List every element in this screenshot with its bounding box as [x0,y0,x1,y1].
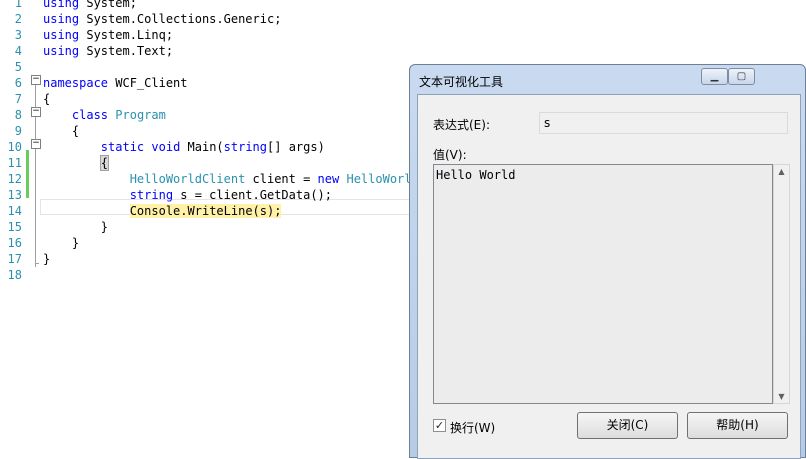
code-line[interactable]: 2 using System.Collections.Generic; [0,11,806,27]
line-number: 8 [14,108,22,122]
code-token: { [43,124,80,138]
code-text: using System.Linq; [43,27,173,43]
code-token: using [43,12,80,26]
line-number: 12 [7,172,22,186]
line-number: 15 [7,220,22,234]
dialog-body: 表达式(E): s 值(V): Hello World ▲ ▼ ✓ 换行(W) … [417,94,801,459]
line-number: 1 [14,0,22,10]
minimize-icon: ▁ [710,71,719,82]
line-number: 5 [14,60,22,74]
line-number: 7 [14,92,22,106]
line-number: 4 [14,44,22,58]
code-text: } [43,219,108,235]
code-token: client = [245,172,318,186]
code-token: WCF_Client [108,76,188,90]
wrap-label: 换行(W) [450,421,496,435]
expression-label: 表达式(E): [433,118,490,132]
code-token: HelloWorldClient [129,172,246,186]
code-token: } [43,252,51,266]
scroll-up-icon[interactable]: ▲ [774,167,789,176]
code-token: new [317,172,340,186]
line-number: 10 [7,140,22,154]
check-icon: ✓ [434,419,445,432]
line-number: 2 [14,12,22,26]
maximize-icon: ▢ [736,71,747,82]
close-button[interactable]: 关闭(C) [577,412,678,439]
code-text: HelloWorldClient client = new HelloWorld… [43,171,426,187]
code-token: using [43,44,80,58]
code-token: } [43,236,80,250]
line-number: 9 [14,124,22,138]
code-token: class [71,108,109,122]
dialog-title: 文本可视化工具 [419,75,504,89]
code-token: WriteLine [187,204,253,218]
minimize-button[interactable]: ▁ [701,68,728,85]
code-token: void [151,140,181,154]
line-number: 6 [14,76,22,90]
value-label: 值(V): [433,148,467,162]
code-token: string [129,188,174,202]
code-line[interactable]: 3 using System.Linq; [0,27,806,43]
code-text: { [43,123,79,139]
code-text: namespace WCF_Client [43,75,188,91]
code-line[interactable]: 1 using System; [0,0,806,11]
line-number: 18 [7,268,22,282]
code-token: [] args) [267,140,325,154]
code-token: . [180,204,188,218]
code-token: (s); [252,204,282,218]
code-text: string s = client.GetData(); [43,187,332,203]
code-text: class Program [43,107,166,123]
code-token: s = client.GetData(); [173,188,333,202]
code-token: namespace [43,76,109,90]
line-number: 11 [7,156,22,170]
code-text: { [43,155,110,171]
code-text: } [43,235,79,251]
code-text: { [43,91,50,107]
line-number: 17 [7,252,22,266]
code-text: static void Main(string[] args) [43,139,325,155]
value-scrollbar[interactable]: ▲ ▼ [773,164,790,404]
code-token: } [43,220,109,234]
value-textarea[interactable]: Hello World [433,164,773,404]
line-number: 16 [7,236,22,250]
code-token: using [43,0,80,10]
line-number: 13 [7,188,22,202]
code-text: using System; [43,0,137,11]
code-token: using [43,28,80,42]
code-text: } [43,251,50,267]
code-text: using System.Text; [43,43,173,59]
code-token: System.Collections.Generic; [79,12,282,26]
code-token: System.Linq; [79,28,174,42]
help-button[interactable]: 帮助(H) [687,412,788,439]
code-token: { [99,155,110,171]
code-token: Program [115,108,166,122]
code-token: static [100,140,145,154]
expression-field[interactable]: s [539,112,788,134]
code-token: { [43,92,51,106]
code-token: Console [129,204,181,218]
code-token: Main( [180,140,224,154]
maximize-button[interactable]: ▢ [728,68,755,85]
wrap-checkbox[interactable]: ✓ [433,419,446,432]
code-token: System.Text; [79,44,174,58]
code-token: string [223,140,268,154]
code-text: using System.Collections.Generic; [43,11,281,27]
code-token: System; [79,0,137,10]
scroll-down-icon[interactable]: ▼ [774,392,789,401]
line-number: 14 [7,204,22,218]
line-number: 3 [14,28,22,42]
code-text: Console.WriteLine(s); [43,203,282,219]
text-visualizer-dialog: 文本可视化工具 ▁ ▢ 表达式(E): s 值(V): Hello World … [409,64,806,459]
code-line[interactable]: 4 using System.Text; [0,43,806,59]
